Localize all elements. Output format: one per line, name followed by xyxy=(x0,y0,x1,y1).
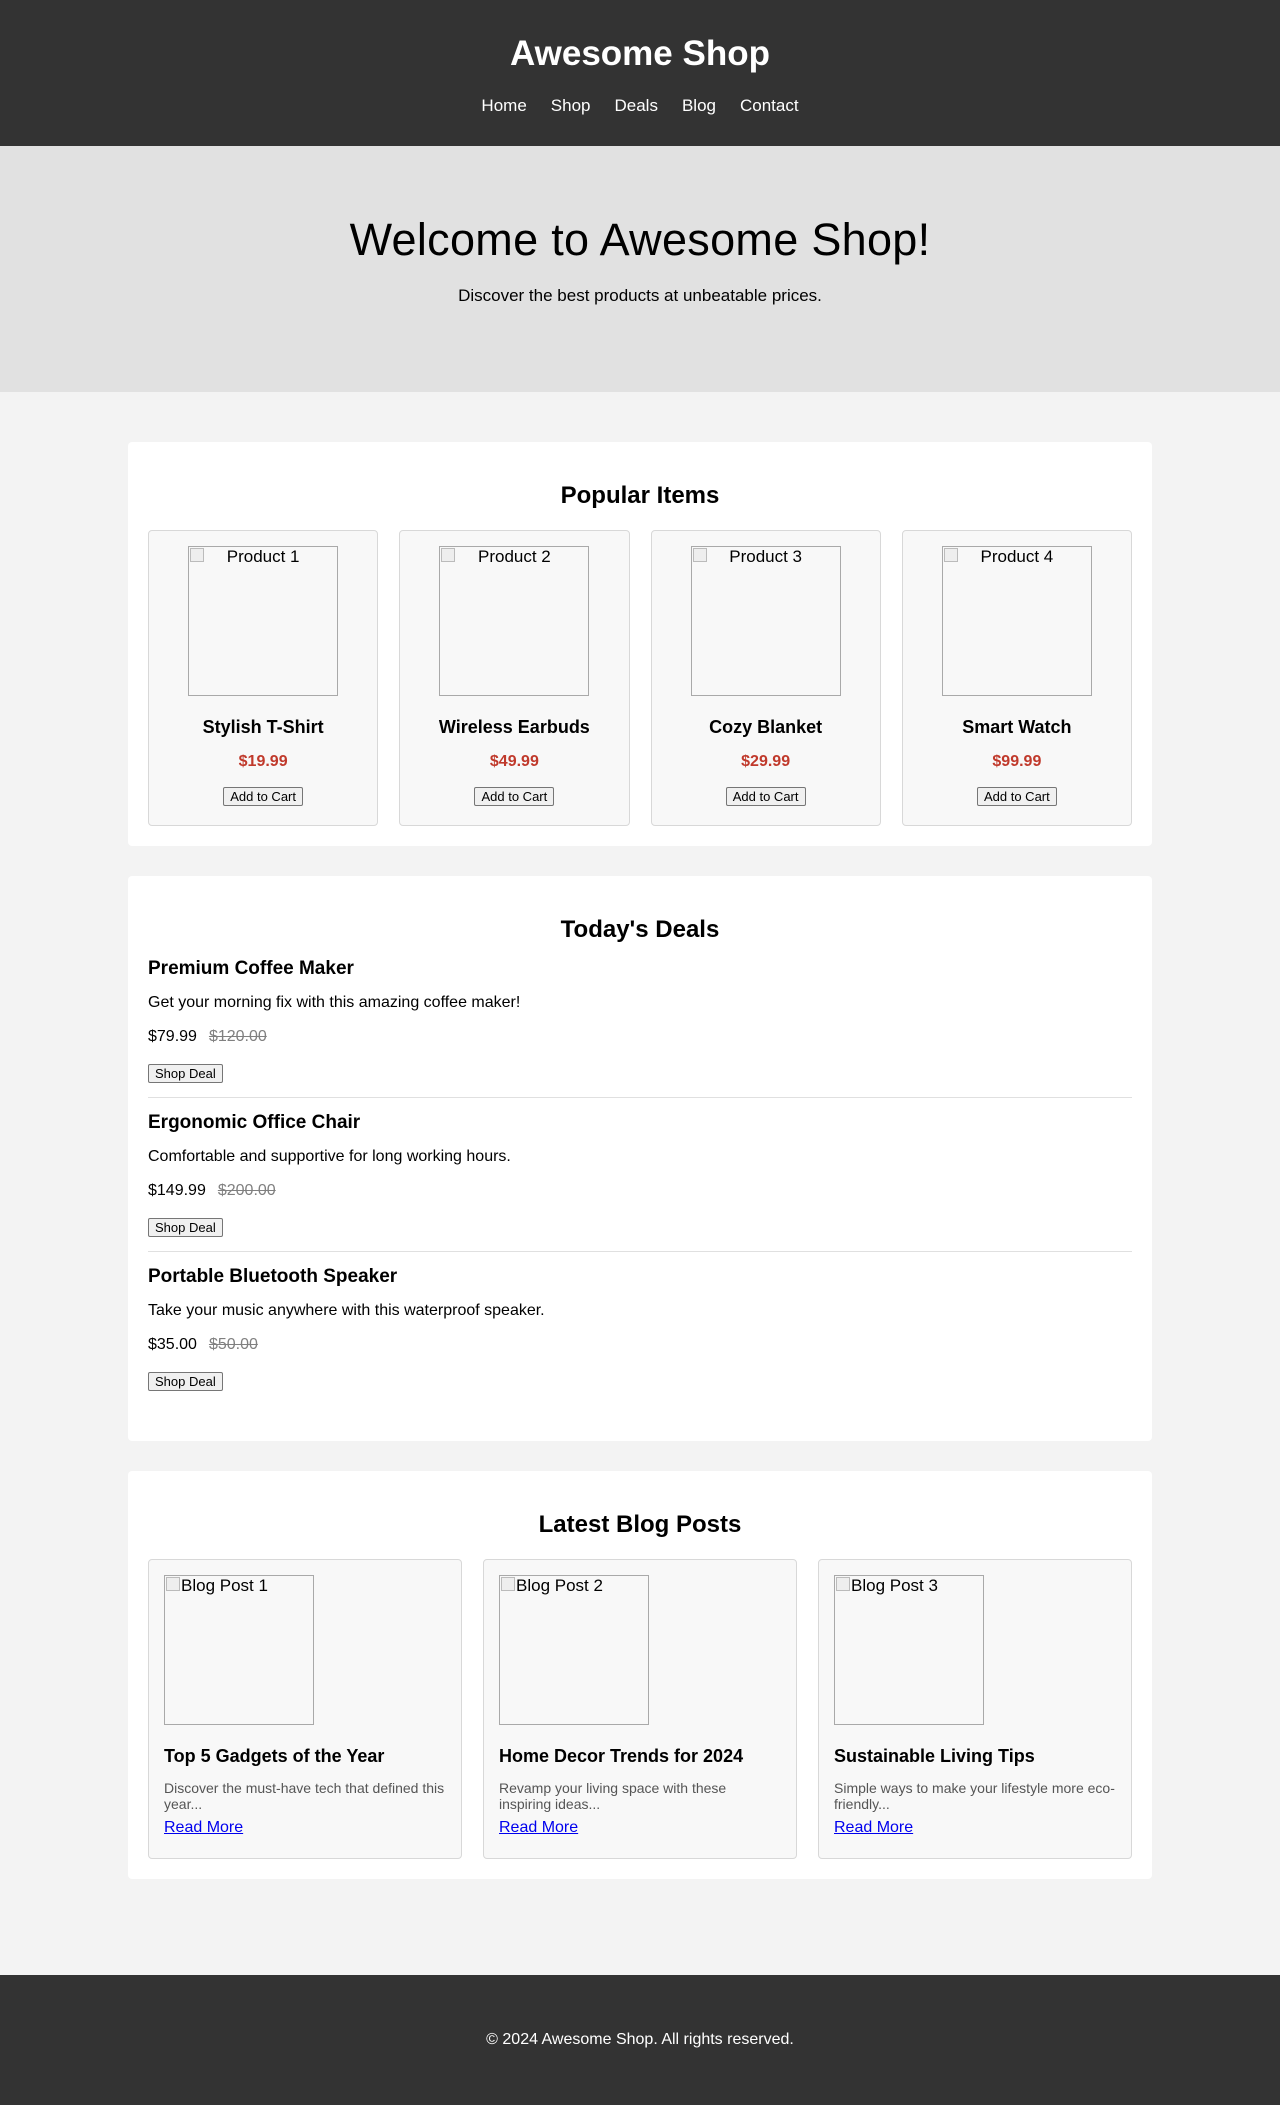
deal-prices: $79.99 $120.00 xyxy=(148,1027,1132,1047)
broken-image-icon xyxy=(166,1577,180,1591)
blog-card: Blog Post 2 Home Decor Trends for 2024 R… xyxy=(483,1559,797,1859)
deal-prices: $149.99 $200.00 xyxy=(148,1181,1132,1201)
product-name: Stylish T-Shirt xyxy=(202,717,324,737)
shop-deal-button[interactable]: Shop Deal xyxy=(148,1064,223,1083)
product-price: $49.99 xyxy=(489,753,539,770)
section-title: Today's Deals xyxy=(560,916,720,943)
blog-title: Top 5 Gadgets of the Year xyxy=(164,1746,385,1766)
product-image: Product 2 xyxy=(439,546,590,696)
deal-price: $79.99 xyxy=(148,1028,197,1045)
add-to-cart-button[interactable]: Add to Cart xyxy=(725,787,806,806)
copyright-text: © 2024 Awesome Shop. All rights reserved… xyxy=(486,2031,794,2048)
product-price: $19.99 xyxy=(238,753,288,770)
image-alt-text: Blog Post 2 xyxy=(516,1576,603,1595)
deal-original-price: $120.00 xyxy=(208,1028,267,1045)
product-price: $99.99 xyxy=(992,753,1042,770)
image-alt-text: Product 1 xyxy=(226,547,300,566)
broken-image-icon xyxy=(441,548,456,562)
nav-shop[interactable]: Shop xyxy=(551,96,591,116)
todays-deals-section: Today's Deals Premium Coffee Maker Get y… xyxy=(128,876,1152,1441)
main-content: Popular Items Product 1 Stylish T-Shirt … xyxy=(128,392,1152,1975)
deal-price: $35.00 xyxy=(148,1336,197,1353)
section-title: Popular Items xyxy=(560,482,720,509)
deal-item: Ergonomic Office Chair Comfortable and s… xyxy=(148,1112,1132,1252)
add-to-cart-button[interactable]: Add to Cart xyxy=(976,787,1057,806)
deal-prices: $35.00 $50.00 xyxy=(148,1335,1132,1355)
deal-original-price: $50.00 xyxy=(208,1336,258,1353)
deal-title: Ergonomic Office Chair xyxy=(148,1112,361,1133)
hero-subtitle: Discover the best products at unbeatable… xyxy=(458,286,822,305)
blog-title: Home Decor Trends for 2024 xyxy=(499,1746,744,1766)
product-price: $29.99 xyxy=(741,753,791,770)
blog-card: Blog Post 3 Sustainable Living Tips Simp… xyxy=(818,1559,1132,1859)
read-more-link[interactable]: Read More xyxy=(164,1818,243,1838)
read-more-link[interactable]: Read More xyxy=(499,1818,578,1838)
broken-image-icon xyxy=(836,1577,850,1591)
blog-image: Blog Post 3 xyxy=(834,1575,984,1725)
nav-home[interactable]: Home xyxy=(481,96,526,116)
product-card: Product 3 Cozy Blanket $29.99 Add to Car… xyxy=(650,530,881,826)
main-nav: Home Shop Deals Blog Contact xyxy=(0,96,1280,116)
nav-deals[interactable]: Deals xyxy=(614,96,657,116)
blog-image: Blog Post 2 xyxy=(499,1575,649,1725)
nav-contact[interactable]: Contact xyxy=(740,96,799,116)
broken-image-icon xyxy=(692,548,707,562)
deal-description: Get your morning fix with this amazing c… xyxy=(148,994,521,1011)
deal-item: Portable Bluetooth Speaker Take your mus… xyxy=(148,1266,1132,1421)
image-alt-text: Blog Post 3 xyxy=(851,1576,938,1595)
image-alt-text: Product 2 xyxy=(477,547,551,566)
product-card: Product 4 Smart Watch $99.99 Add to Cart xyxy=(901,530,1132,826)
hero-banner: Welcome to Awesome Shop! Discover the be… xyxy=(0,146,1280,392)
blog-grid: Blog Post 1 Top 5 Gadgets of the Year Di… xyxy=(148,1559,1132,1859)
product-name: Wireless Earbuds xyxy=(438,717,590,737)
image-alt-text: Product 3 xyxy=(729,547,802,566)
deal-price: $149.99 xyxy=(148,1182,206,1199)
blog-excerpt: Simple ways to make your lifestyle more … xyxy=(834,1780,1115,1812)
section-title: Latest Blog Posts xyxy=(538,1511,742,1538)
broken-image-icon xyxy=(190,548,205,562)
nav-blog[interactable]: Blog xyxy=(682,96,716,116)
deal-original-price: $200.00 xyxy=(217,1182,276,1199)
blog-excerpt: Discover the must-have tech that defined… xyxy=(164,1780,445,1812)
read-more-link[interactable]: Read More xyxy=(834,1818,913,1838)
add-to-cart-button[interactable]: Add to Cart xyxy=(223,787,303,806)
image-alt-text: Product 4 xyxy=(980,547,1054,566)
popular-items-section: Popular Items Product 1 Stylish T-Shirt … xyxy=(128,442,1152,846)
add-to-cart-button[interactable]: Add to Cart xyxy=(474,787,555,806)
blog-excerpt: Revamp your living space with these insp… xyxy=(499,1780,727,1812)
blog-card: Blog Post 1 Top 5 Gadgets of the Year Di… xyxy=(148,1559,462,1859)
product-image: Product 3 xyxy=(690,546,841,696)
broken-image-icon xyxy=(943,548,958,562)
broken-image-icon xyxy=(501,1577,515,1591)
product-image: Product 4 xyxy=(941,546,1092,696)
blog-title: Sustainable Living Tips xyxy=(834,1746,1035,1766)
shop-deal-button[interactable]: Shop Deal xyxy=(148,1372,223,1391)
deal-description: Comfortable and supportive for long work… xyxy=(148,1148,511,1165)
product-image: Product 1 xyxy=(188,546,339,696)
shop-deal-button[interactable]: Shop Deal xyxy=(148,1218,223,1237)
deal-title: Premium Coffee Maker xyxy=(148,958,354,979)
product-name: Smart Watch xyxy=(962,717,1072,737)
product-grid: Product 1 Stylish T-Shirt $19.99 Add to … xyxy=(148,530,1132,826)
latest-blog-posts-section: Latest Blog Posts Blog Post 1 Top 5 Gadg… xyxy=(128,1471,1152,1879)
image-alt-text: Blog Post 1 xyxy=(181,1576,268,1595)
product-card: Product 2 Wireless Earbuds $49.99 Add to… xyxy=(399,530,630,826)
deal-title: Portable Bluetooth Speaker xyxy=(148,1266,398,1287)
product-name: Cozy Blanket xyxy=(709,717,823,737)
blog-image: Blog Post 1 xyxy=(164,1575,314,1725)
site-title: Awesome Shop xyxy=(510,34,770,73)
hero-title: Welcome to Awesome Shop! xyxy=(349,214,931,265)
deal-description: Take your music anywhere with this water… xyxy=(148,1302,545,1319)
product-card: Product 1 Stylish T-Shirt $19.99 Add to … xyxy=(148,530,379,826)
deal-item: Premium Coffee Maker Get your morning fi… xyxy=(148,958,1132,1098)
site-header: Awesome Shop Home Shop Deals Blog Contac… xyxy=(0,0,1280,146)
site-footer: © 2024 Awesome Shop. All rights reserved… xyxy=(0,1975,1280,2105)
